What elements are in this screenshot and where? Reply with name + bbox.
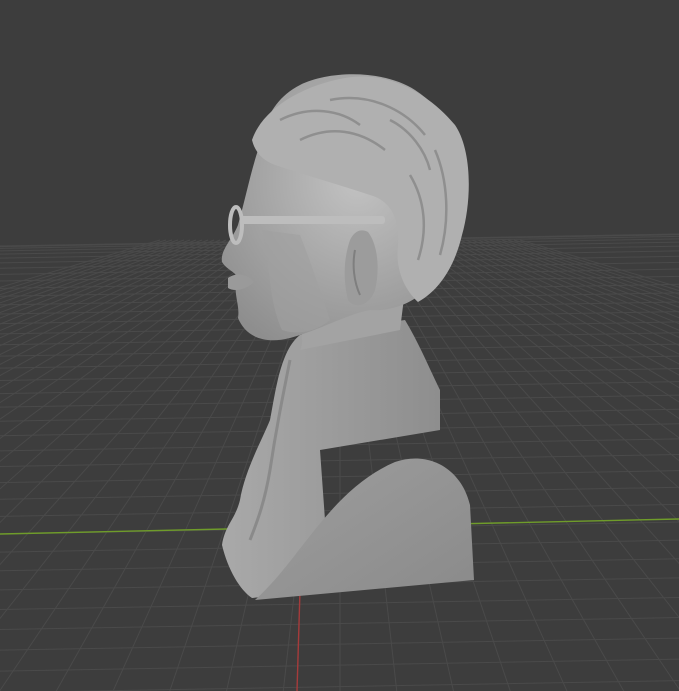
grid-line-v [405,239,679,462]
grid-line-v [447,239,679,355]
grid-line-v [483,239,679,313]
grid-line-v [429,239,679,389]
viewport-canvas[interactable] [0,0,679,691]
y-axis-line [296,589,301,691]
bust-ear [344,230,378,306]
grid-line-v [495,239,679,304]
grid-line-v [459,239,679,338]
3d-viewport[interactable] [0,0,679,691]
grid-line-v [465,239,679,331]
grid-line-v [435,239,679,376]
glasses-temple [240,216,385,224]
grid-line-v [477,239,679,319]
grid-line-v [441,239,679,365]
grid-line-v [0,239,197,314]
